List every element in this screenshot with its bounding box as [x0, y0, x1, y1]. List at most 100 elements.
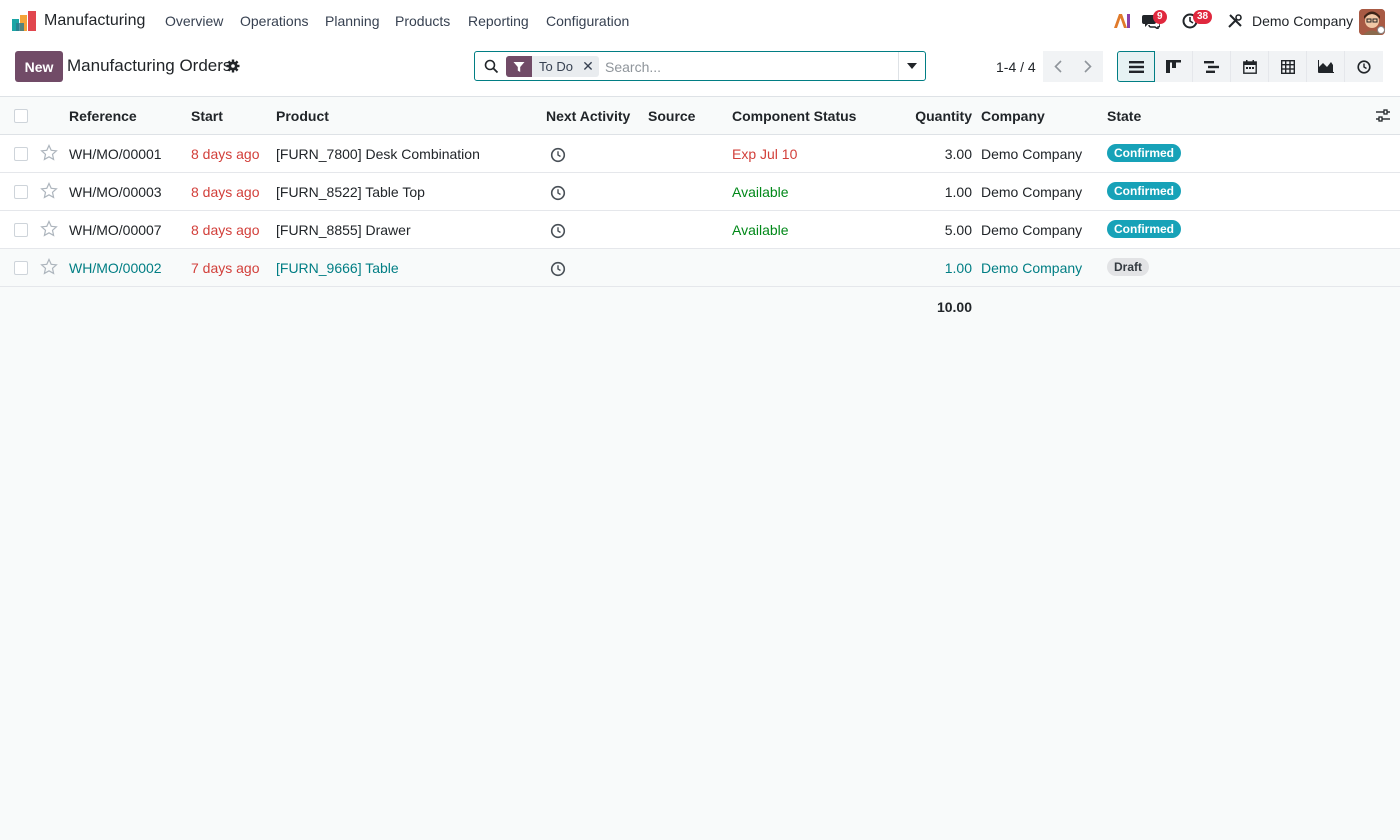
app-name[interactable]: Manufacturing — [44, 12, 145, 30]
activities-count-badge: 38 — [1193, 10, 1213, 24]
table-row[interactable]: WH/MO/00002 7 days ago [FURN_9666] Table… — [0, 249, 1400, 287]
kanban-view-button[interactable] — [1155, 51, 1193, 82]
select-all-checkbox[interactable] — [14, 109, 28, 123]
area-chart-icon — [1317, 60, 1334, 73]
menu-overview[interactable]: Overview — [165, 13, 223, 29]
activity-clock-icon — [1357, 59, 1371, 74]
row-company: Demo Company — [981, 260, 1083, 276]
column-reference[interactable]: Reference — [69, 108, 137, 124]
menu-products[interactable]: Products — [395, 13, 450, 29]
gantt-view-button[interactable] — [1193, 51, 1231, 82]
filter-icon — [506, 56, 532, 77]
row-component-status: Exp Jul 10 — [732, 146, 798, 162]
row-reference: WH/MO/00003 — [69, 184, 162, 200]
user-avatar[interactable] — [1359, 9, 1385, 35]
row-quantity: 3.00 — [944, 146, 972, 162]
messages-count-badge: 9 — [1153, 10, 1167, 24]
row-start: 7 days ago — [191, 260, 260, 276]
row-product: [FURN_7800] Desk Combination — [276, 146, 480, 162]
status-badge: Confirmed — [1107, 220, 1181, 238]
row-reference: WH/MO/00002 — [69, 260, 162, 276]
priority-star-icon[interactable] — [40, 182, 58, 200]
row-product: [FURN_8855] Drawer — [276, 222, 411, 238]
optional-columns-icon[interactable] — [1376, 109, 1390, 122]
row-start: 8 days ago — [191, 146, 260, 162]
row-product: [FURN_9666] Table — [276, 260, 399, 276]
menu-planning[interactable]: Planning — [325, 13, 380, 29]
column-next-activity[interactable]: Next Activity — [546, 108, 630, 124]
column-component-status[interactable]: Component Status — [732, 108, 856, 124]
debug-tools-icon[interactable] — [1225, 11, 1245, 31]
row-component-status: Available — [732, 222, 789, 238]
table-row[interactable]: WH/MO/00003 8 days ago [FURN_8522] Table… — [0, 173, 1400, 211]
pivot-view-button[interactable] — [1269, 51, 1307, 82]
pager-value[interactable]: 1-4 / 4 — [996, 59, 1036, 75]
chevron-right-icon — [1084, 60, 1092, 73]
search-facet: To Do ✕ — [506, 56, 599, 77]
pager-next-button[interactable] — [1073, 51, 1103, 82]
row-company: Demo Company — [981, 146, 1083, 162]
row-checkbox[interactable] — [14, 147, 28, 161]
row-checkbox[interactable] — [14, 185, 28, 199]
activity-clock-icon[interactable] — [550, 185, 566, 201]
column-company[interactable]: Company — [981, 108, 1045, 124]
row-company: Demo Company — [981, 222, 1083, 238]
table-row[interactable]: WH/MO/00007 8 days ago [FURN_8855] Drawe… — [0, 211, 1400, 249]
row-checkbox[interactable] — [14, 223, 28, 237]
graph-view-button[interactable] — [1307, 51, 1345, 82]
row-start: 8 days ago — [191, 222, 260, 238]
kanban-view-icon — [1166, 60, 1181, 73]
menu-operations[interactable]: Operations — [240, 13, 308, 29]
gear-icon[interactable] — [226, 59, 240, 73]
facet-label: To Do — [539, 59, 573, 74]
menu-reporting[interactable]: Reporting — [468, 13, 529, 29]
priority-star-icon[interactable] — [40, 144, 58, 162]
priority-star-icon[interactable] — [40, 258, 58, 276]
row-quantity: 5.00 — [944, 222, 972, 238]
facet-remove-icon[interactable]: ✕ — [581, 58, 599, 75]
column-quantity[interactable]: Quantity — [900, 108, 972, 124]
status-badge: Draft — [1107, 258, 1150, 276]
search-options-toggle[interactable] — [898, 52, 925, 80]
ai-assistant-icon[interactable] — [1112, 11, 1132, 31]
row-component-status: Available — [732, 184, 789, 200]
priority-star-icon[interactable] — [40, 220, 58, 238]
caret-down-icon — [907, 63, 917, 69]
search-bar: To Do ✕ — [474, 51, 926, 81]
search-input[interactable] — [605, 56, 895, 77]
column-state[interactable]: State — [1107, 108, 1141, 124]
row-start: 8 days ago — [191, 184, 260, 200]
menu-configuration[interactable]: Configuration — [546, 13, 629, 29]
gantt-view-icon — [1204, 60, 1219, 73]
table-row[interactable]: WH/MO/00001 8 days ago [FURN_7800] Desk … — [0, 135, 1400, 173]
activity-view-button[interactable] — [1345, 51, 1383, 82]
row-checkbox[interactable] — [14, 261, 28, 275]
column-start[interactable]: Start — [191, 108, 223, 124]
list-header: Reference Start Product Next Activity So… — [0, 97, 1400, 135]
row-company: Demo Company — [981, 184, 1083, 200]
calendar-view-icon — [1242, 59, 1257, 74]
list-view-button[interactable] — [1117, 51, 1155, 82]
status-badge: Confirmed — [1107, 182, 1181, 200]
list-view-icon — [1128, 60, 1144, 73]
row-product: [FURN_8522] Table Top — [276, 184, 425, 200]
quantity-total: 10.00 — [936, 299, 972, 315]
pivot-view-icon — [1280, 59, 1295, 74]
control-panel: New Manufacturing Orders To Do ✕ 1-4 / 4 — [0, 43, 1400, 97]
manufacturing-app-icon[interactable] — [12, 11, 36, 31]
search-icon[interactable] — [484, 59, 499, 74]
row-quantity: 1.00 — [944, 184, 972, 200]
activity-clock-icon[interactable] — [550, 223, 566, 239]
row-reference: WH/MO/00007 — [69, 222, 162, 238]
activity-clock-icon[interactable] — [550, 261, 566, 277]
status-badge: Confirmed — [1107, 144, 1181, 162]
company-switcher[interactable]: Demo Company — [1252, 13, 1353, 29]
top-navbar: Manufacturing Overview Operations Planni… — [0, 0, 1400, 43]
activity-clock-icon[interactable] — [550, 147, 566, 163]
calendar-view-button[interactable] — [1231, 51, 1269, 82]
view-switcher — [1117, 51, 1383, 82]
column-product[interactable]: Product — [276, 108, 329, 124]
new-button[interactable]: New — [15, 51, 63, 82]
pager-previous-button[interactable] — [1043, 51, 1073, 82]
column-source[interactable]: Source — [648, 108, 695, 124]
